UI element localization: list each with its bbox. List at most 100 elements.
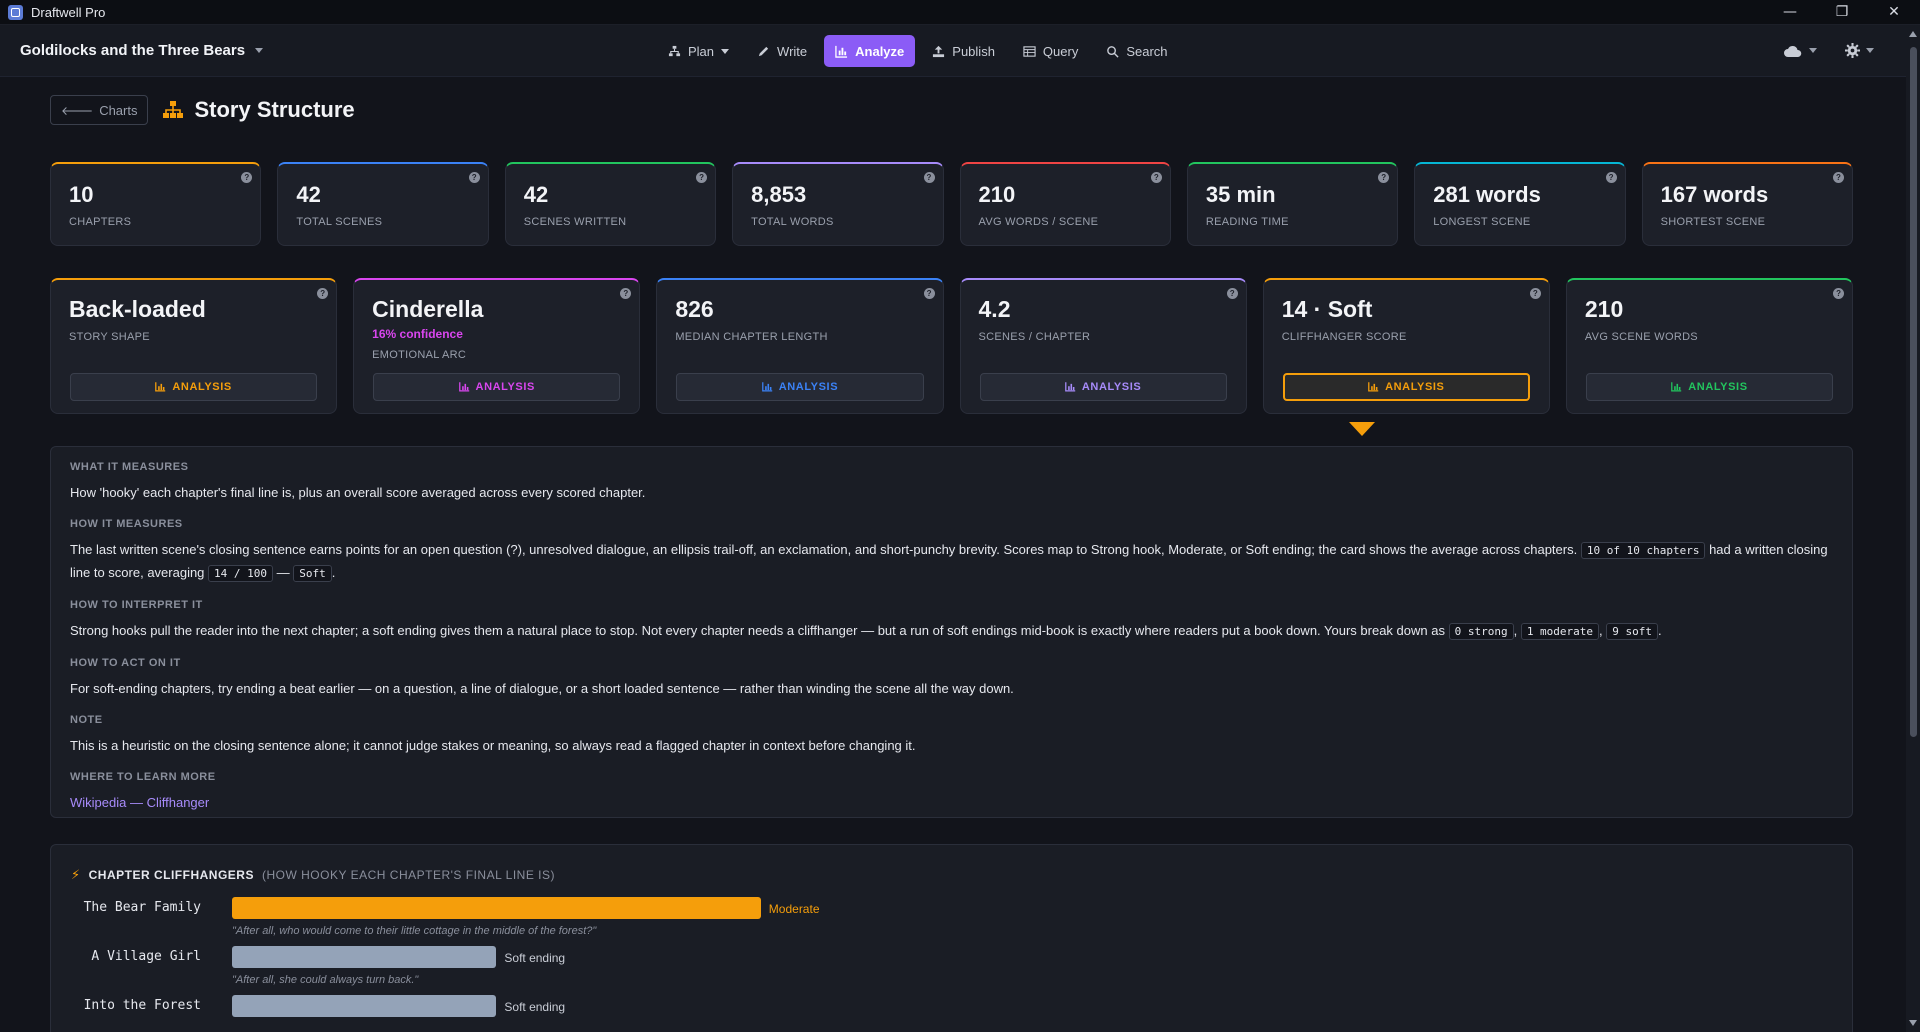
chapter-name: Into the Forest [83,998,201,1013]
closing-line-quote: "After all, who would come to their litt… [232,925,597,937]
chapter-name: The Bear Family [83,900,201,915]
section-text: How 'hooky' each chapter's final line is… [70,485,646,500]
code-chip: 14 / 100 [208,565,274,582]
main-content: 🡐 Charts Story Structure 10 CHAPTERS? 42 TO… [50,78,1854,1032]
help-icon[interactable]: ? [468,172,480,183]
scrollbar-thumb[interactable] [1910,47,1917,737]
card-value: Cinderella [372,296,484,322]
card-value: 14 · Soft [1281,296,1373,322]
nav-analyze-label: Analyze [855,43,905,59]
card-value: 4.2 [978,296,1011,322]
text-fragment: — [276,565,290,580]
cliffhanger-row: Into the Forest Soft ending [71,995,1832,1032]
help-icon[interactable]: ? [1378,172,1390,183]
help-icon[interactable]: ? [923,288,935,299]
settings-button[interactable] [1845,43,1874,58]
card-value: 210 [1584,296,1624,322]
code-chip: 0 strong [1448,623,1514,640]
cliffhanger-rows: The Bear Family Moderate "After all, who w… [71,897,1832,1032]
section-text: This is a heuristic on the closing sente… [70,738,916,753]
nav-query[interactable]: Query [1012,35,1089,67]
analysis-card: 210 AVG SCENE WORDS? ANALYSIS [1565,278,1854,414]
app-logo-icon [8,4,23,20]
back-to-charts-button[interactable]: 🡐 Charts [50,95,149,125]
analysis-button[interactable]: ANALYSIS [1282,373,1530,401]
nav-plan[interactable]: Plan [657,35,740,67]
cliffhanger-bar[interactable] [232,897,761,919]
chevron-down-icon [721,48,730,54]
chart-icon [761,382,772,392]
stat-card: 281 words LONGEST SCENE? [1414,162,1626,246]
help-icon[interactable]: ? [1529,288,1541,299]
project-switcher[interactable]: Goldilocks and the Three Bears [20,42,264,59]
analysis-button[interactable]: ANALYSIS [676,373,924,401]
analysis-card: 826 MEDIAN CHAPTER LENGTH? ANALYSIS [656,278,944,414]
window-title: Draftwell Pro [31,4,106,20]
analysis-button-label: ANALYSIS [1385,381,1445,393]
stat-card: 8,853 TOTAL WORDS? [732,162,944,246]
nav-publish[interactable]: Publish [921,35,1006,67]
help-icon[interactable]: ? [241,172,253,183]
chevron-down-icon [1809,48,1817,53]
analysis-button-label: ANALYSIS [1688,381,1748,393]
help-icon[interactable]: ? [1833,288,1845,299]
help-icon[interactable]: ? [1150,172,1162,183]
chart-heading: ⚡ CHAPTER CLIFFHANGERS (HOW HOOKY EACH C… [71,867,1832,883]
upload-icon [933,45,945,57]
nav-write[interactable]: Write [746,35,818,67]
help-icon[interactable]: ? [1833,172,1844,183]
analysis-card: 4.2 SCENES / CHAPTER? ANALYSIS [959,278,1247,414]
sitemap-icon [163,101,184,118]
code-chip: 9 soft [1606,623,1659,640]
card-value: Back-loaded [69,296,206,322]
stat-label: READING TIME [1205,216,1289,228]
help-icon[interactable]: ? [1226,288,1238,299]
nav-analyze[interactable]: Analyze [824,35,916,67]
nav-publish-label: Publish [952,43,995,59]
restore-icon[interactable]: ❐ [1816,0,1868,25]
stat-label: TOTAL SCENES [296,216,383,228]
active-card-pointer [1349,422,1375,436]
analysis-button-label: ANALYSIS [778,381,839,393]
analysis-button[interactable]: ANALYSIS [373,373,621,401]
minimize-icon[interactable]: — [1764,0,1816,25]
gear-icon [1845,43,1860,58]
help-icon[interactable]: ? [317,288,329,299]
card-label: EMOTIONAL ARC [372,349,467,361]
page-scrollbar[interactable] [1906,25,1920,1032]
analysis-button[interactable]: ANALYSIS [979,373,1227,401]
analysis-button[interactable]: ANALYSIS [70,373,318,401]
scroll-up-icon[interactable] [1909,31,1917,37]
help-icon[interactable]: ? [1605,172,1617,183]
scroll-down-icon[interactable] [1909,1020,1917,1026]
window-titlebar: Draftwell Pro — ❐ ✕ [0,0,1920,25]
chart-icon [458,382,469,392]
sitemap-icon [668,45,681,56]
analysis-button[interactable]: ANALYSIS [1585,373,1834,401]
nav-write-label: Write [777,43,808,59]
stat-value: 8,853 [751,182,807,207]
wikipedia-link[interactable]: Wikipedia — Cliffhanger [70,795,209,810]
project-title: Goldilocks and the Three Bears [20,42,246,59]
chevron-down-icon [255,48,264,53]
help-icon[interactable]: ? [620,288,632,299]
analysis-card: 14 · Soft CLIFFHANGER SCORE? ANALYSIS [1262,278,1550,414]
cliffhanger-bar[interactable] [232,995,497,1017]
section-text: The last written scene's closing sentenc… [70,542,1828,582]
header-actions [1783,43,1900,58]
stat-label: LONGEST SCENE [1433,216,1531,228]
cliffhanger-bar[interactable] [232,946,497,968]
help-icon[interactable]: ? [923,172,935,183]
nav-search[interactable]: Search [1095,35,1178,67]
stat-value: 42 [523,182,549,207]
text-fragment: The last written scene's closing sentenc… [70,542,1578,557]
cloud-sync-button[interactable] [1783,44,1817,58]
help-icon[interactable]: ? [696,172,708,183]
page-title-text: Story Structure [194,97,355,122]
stat-card: 35 min READING TIME? [1186,162,1399,246]
stat-value: 35 min [1205,182,1276,207]
card-label: STORY SHAPE [69,331,150,343]
close-icon[interactable]: ✕ [1868,0,1920,25]
code-chip: 10 of 10 chapters [1580,542,1706,559]
section-heading: HOW IT MEASURES [70,518,183,530]
